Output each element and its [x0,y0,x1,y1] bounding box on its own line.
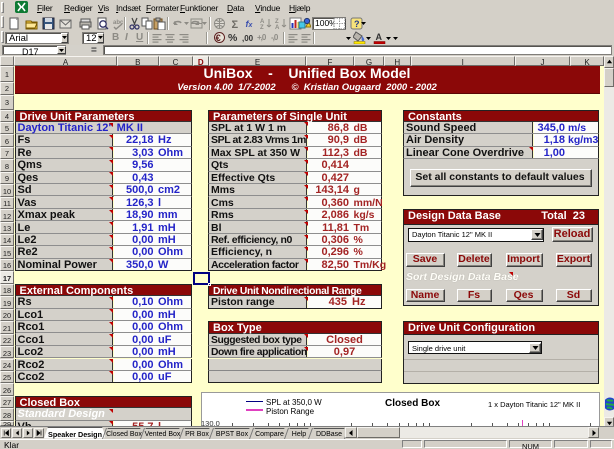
svg-text:€: € [216,33,222,44]
svg-text:fx: fx [246,19,254,29]
svg-text:abc: abc [113,20,124,26]
svg-text:?: ? [354,19,360,29]
svg-text:Σ: Σ [232,19,239,30]
svg-text:A: A [376,32,383,42]
